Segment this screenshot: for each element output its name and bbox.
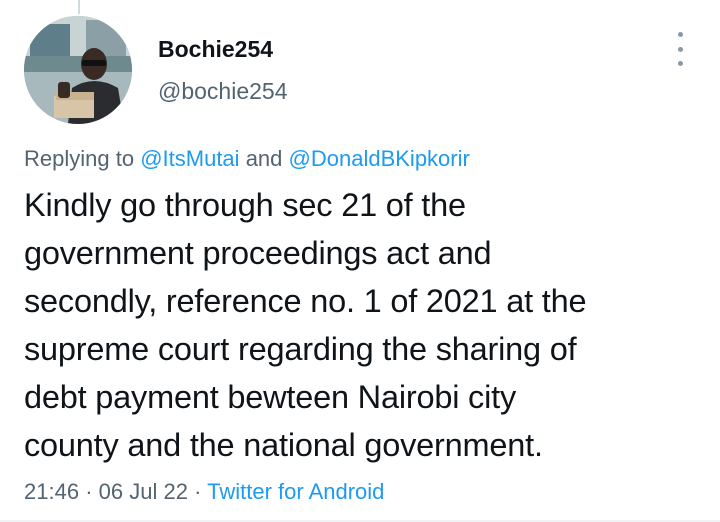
tweet-date[interactable]: 06 Jul 22 <box>99 479 188 504</box>
more-vertical-icon-dot <box>677 46 683 52</box>
replying-joiner: and <box>245 146 283 171</box>
tweet-source-link[interactable]: Twitter for Android <box>207 479 384 504</box>
replying-prefix: Replying to <box>24 146 135 171</box>
tweet-text-line: government proceedings act and <box>24 235 492 271</box>
avatar[interactable] <box>24 16 132 124</box>
profile-photo <box>24 16 132 124</box>
tweet-time[interactable]: 21:46 <box>24 479 79 504</box>
tweet-text-line: debt payment bewteen Nairobi city <box>24 379 517 415</box>
more-vertical-icon <box>677 32 683 37</box>
more-options-button[interactable] <box>668 32 692 66</box>
mention-link-donaldbkipkorir[interactable]: @DonaldBKipkorir <box>289 146 470 171</box>
tweet-text: Kindly go through sec 21 of the governme… <box>24 181 704 469</box>
tweet-text-line: secondly, reference no. 1 of 2021 at the <box>24 283 587 319</box>
author-handle[interactable]: @bochie254 <box>158 76 288 106</box>
meta-separator: · <box>85 479 93 504</box>
thread-connector-line <box>78 0 80 14</box>
tweet-metadata: 21:46 · 06 Jul 22 · Twitter for Android <box>24 478 384 506</box>
replying-to-line: Replying to @ItsMutai and @DonaldBKipkor… <box>24 144 470 174</box>
author-display-name[interactable]: Bochie254 <box>158 34 273 64</box>
tweet-text-line: supreme court regarding the sharing of <box>24 331 577 367</box>
meta-separator: · <box>194 479 202 504</box>
mention-link-itsmutai[interactable]: @ItsMutai <box>140 146 239 171</box>
tweet-text-line: Kindly go through sec 21 of the <box>24 187 466 223</box>
tweet-text-line: county and the national government. <box>24 427 543 463</box>
more-vertical-icon-dot <box>677 61 683 66</box>
